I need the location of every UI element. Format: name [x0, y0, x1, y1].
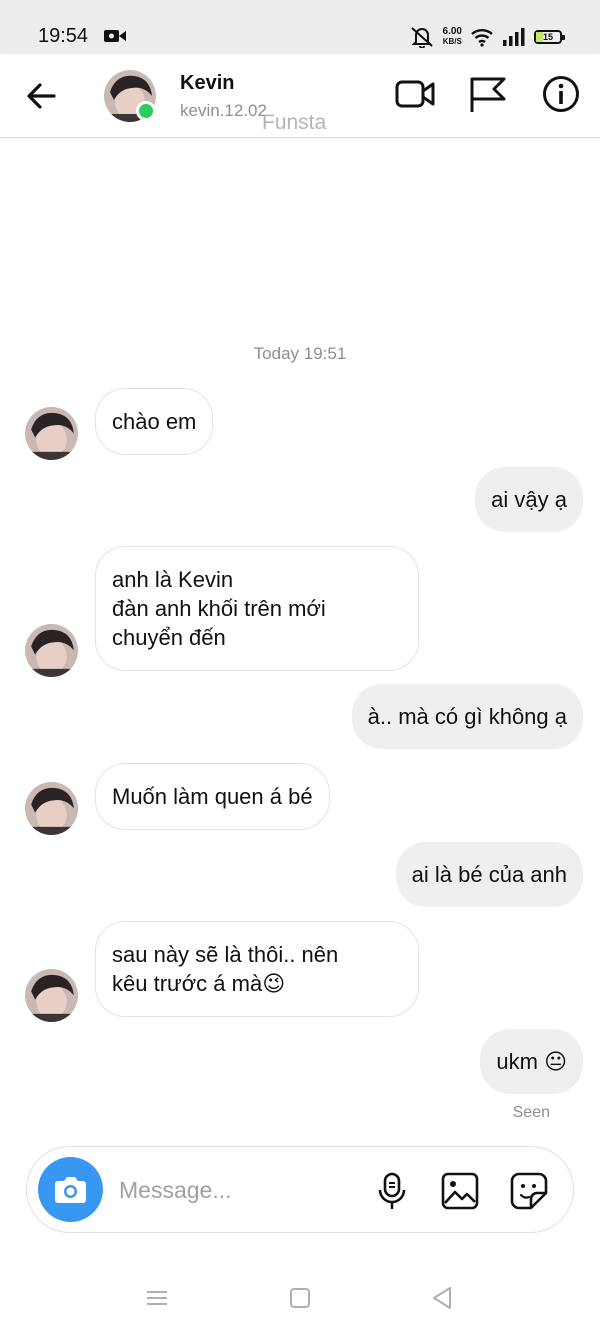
message-text: Muốn làm quen á bé — [112, 784, 313, 809]
avatar[interactable] — [25, 782, 78, 835]
message-text: à.. mà có gì không ạ — [367, 704, 567, 729]
home-icon[interactable] — [286, 1284, 314, 1312]
image-icon[interactable] — [440, 1171, 480, 1211]
app-watermark: Funsta — [262, 111, 327, 134]
menu-icon[interactable] — [143, 1284, 171, 1312]
message-text: ai vậy ạ — [491, 487, 567, 512]
back-nav-icon[interactable] — [428, 1284, 456, 1312]
flag-icon[interactable] — [466, 74, 508, 114]
message-text: ukm 😐 — [496, 1049, 567, 1074]
message-text: chào em — [112, 409, 197, 434]
avatar[interactable] — [25, 969, 78, 1022]
info-icon[interactable] — [540, 74, 582, 114]
message-bubble-incoming[interactable]: chào em — [95, 388, 214, 455]
camera-button[interactable] — [38, 1157, 103, 1222]
microphone-icon[interactable] — [372, 1171, 412, 1211]
message-composer — [26, 1146, 574, 1233]
contact-name[interactable]: Kevin — [180, 72, 234, 95]
message-bubble-incoming[interactable]: sau này sẽ là thôi.. nên kêu trước á mà😉 — [95, 921, 419, 1017]
muted-bell-icon — [410, 27, 433, 48]
battery-icon: 15 — [534, 30, 565, 44]
message-bubble-outgoing[interactable]: ukm 😐 — [480, 1029, 583, 1094]
status-bar: 19:54 6.00 KB/S 15 — [0, 0, 600, 54]
avatar[interactable] — [25, 624, 78, 677]
network-speed-value: 6.00 — [442, 26, 462, 37]
network-speed: 6.00 KB/S — [443, 27, 462, 47]
signal-icon — [503, 28, 525, 46]
message-text: sau này sẽ là thôi.. nên kêu trước á mà😉 — [112, 942, 339, 996]
message-bubble-outgoing[interactable]: à.. mà có gì không ạ — [351, 684, 583, 749]
video-camera-icon[interactable] — [394, 74, 436, 114]
message-input[interactable] — [119, 1171, 339, 1209]
seen-status: Seen — [512, 1104, 550, 1121]
wifi-icon — [471, 29, 493, 47]
screen-record-icon — [104, 30, 126, 42]
message-bubble-outgoing[interactable]: ai là bé của anh — [395, 842, 583, 907]
message-bubble-incoming[interactable]: anh là Kevin đàn anh khối trên mới chuyể… — [95, 546, 419, 671]
message-text: ai là bé của anh — [411, 862, 567, 887]
date-separator: Today 19:51 — [253, 344, 347, 363]
message-text: anh là Kevin đàn anh khối trên mới chuyể… — [112, 567, 326, 650]
network-speed-unit: KB/S — [442, 37, 462, 46]
message-bubble-incoming[interactable]: Muốn làm quen á bé — [95, 763, 330, 830]
avatar[interactable] — [25, 407, 78, 460]
contact-username: kevin.12.02 — [180, 101, 267, 120]
message-bubble-outgoing[interactable]: ai vậy ạ — [475, 467, 583, 532]
status-time: 19:54 — [38, 25, 89, 47]
online-status-dot — [136, 101, 156, 121]
battery-level: 15 — [542, 32, 553, 42]
status-indicators: 6.00 KB/S 15 — [409, 22, 565, 52]
sticker-icon[interactable] — [509, 1171, 549, 1211]
system-nav-bar — [0, 1262, 600, 1333]
chat-header: Kevin kevin.12.02 Funsta — [0, 54, 600, 138]
camera-icon — [55, 1177, 86, 1203]
arrow-left-icon[interactable] — [22, 78, 62, 114]
